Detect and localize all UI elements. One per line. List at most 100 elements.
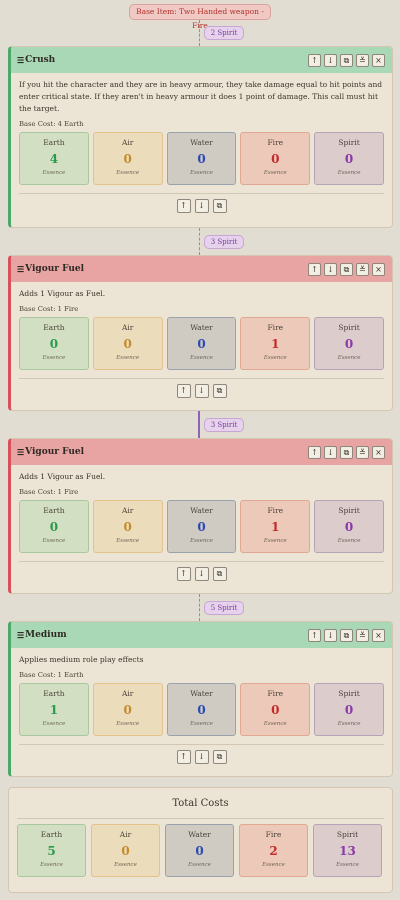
essence-row: Earth 4 Essence Air 0 Essence Water 0 Essence … [19,132,384,185]
base-item-badge: Base Item: Two Handed weapon - Fire [129,4,271,30]
move-up-button[interactable]: ↑ [176,199,191,213]
close-icon: × [375,264,382,274]
card-title: Vigour Fuel [25,264,85,274]
duplicate-button[interactable]: ⧉ [212,567,227,581]
move-up-button[interactable]: ↑ [308,445,321,459]
move-down-button[interactable]: ↓ [194,750,209,764]
card-description: Adds 1 Vigour as Fuel. [19,472,106,481]
ability-card: ☰ Vigour Fuel ↑ ↓ ⧉ ≚ × Adds 1 Vigour as … [8,438,393,594]
total-costs-title: Total Costs [17,788,384,819]
card-header: ☰ Crush ↑ ↓ ⧉ ≚ × [11,47,392,73]
copy-icon: ⧉ [343,264,350,274]
essence-air: Air 0 Essence [92,317,163,370]
duplicate-button[interactable]: ⧉ [340,445,353,459]
ability-card: ☰ Medium ↑ ↓ ⧉ ≚ × Applies medium role pl… [8,621,393,777]
move-up-button[interactable]: ↑ [308,53,321,67]
copy-icon: ⧉ [216,752,223,761]
move-down-button[interactable]: ↓ [324,262,337,276]
essence-row: Earth 1 Essence Air 0 Essence Water 0 Essence … [19,683,384,736]
essence-earth: Earth 4 Essence [19,132,89,185]
essence-air: Air 0 Essence [92,132,163,185]
move-up-button[interactable]: ↑ [176,750,191,764]
collapse-icon: ≚ [359,630,366,640]
connector-spirit-badge: 5 Spirit [204,601,244,615]
total-fire: Fire 2 Essence [239,824,308,877]
duplicate-button[interactable]: ⧉ [340,53,353,67]
collapse-icon: ≚ [359,447,366,457]
card-footer: ↑ ↓ ⧉ [19,744,384,771]
arrow-up-icon: ↑ [311,264,318,274]
arrow-down-icon: ↓ [198,201,205,210]
arrow-down-icon: ↓ [198,386,205,395]
connector-spirit-badge: 2 Spirit [204,26,244,40]
remove-button[interactable]: × [372,445,385,459]
collapse-button[interactable]: ≚ [356,445,369,459]
move-down-button[interactable]: ↓ [194,567,209,581]
essence-water: Water 0 Essence [166,500,237,553]
essence-spirit: Spirit 0 Essence [314,317,384,370]
move-down-button[interactable]: ↓ [194,384,209,398]
essence-earth: Earth 0 Essence [19,500,89,553]
collapse-button[interactable]: ≚ [356,628,369,642]
move-up-button[interactable]: ↑ [176,567,191,581]
connector-line [199,594,200,621]
base-cost: Base Cost: 1 Fire [19,488,79,496]
essence-fire: Fire 0 Essence [240,683,311,736]
arrow-up-icon: ↑ [311,630,318,640]
duplicate-button[interactable]: ⧉ [212,384,227,398]
essence-fire: Fire 1 Essence [240,500,311,553]
duplicate-button[interactable]: ⧉ [212,199,227,213]
remove-button[interactable]: × [372,262,385,276]
connector-spirit-badge: 3 Spirit [204,418,244,432]
essence-water: Water 0 Essence [166,683,237,736]
collapse-button[interactable]: ≚ [356,53,369,67]
essence-spirit: Spirit 0 Essence [314,500,384,553]
move-down-button[interactable]: ↓ [324,53,337,67]
duplicate-button[interactable]: ⧉ [340,628,353,642]
move-down-button[interactable]: ↓ [324,445,337,459]
connector-line [198,411,200,438]
copy-icon: ⧉ [216,386,223,395]
collapse-button[interactable]: ≚ [356,262,369,276]
card-title: Medium [25,630,67,640]
copy-icon: ⧉ [343,55,350,65]
card-header: ☰ Vigour Fuel ↑ ↓ ⧉ ≚ × [11,439,392,465]
remove-button[interactable]: × [372,53,385,67]
base-cost: Base Cost: 1 Fire [19,305,79,313]
drag-handle-icon[interactable]: ☰ [17,55,24,65]
essence-row: Earth 0 Essence Air 0 Essence Water 0 Essence … [19,317,384,370]
close-icon: × [375,55,382,65]
card-header: ☰ Vigour Fuel ↑ ↓ ⧉ ≚ × [11,256,392,282]
move-up-button[interactable]: ↑ [308,262,321,276]
total-water: Water 0 Essence [165,824,234,877]
essence-earth: Earth 1 Essence [19,683,89,736]
duplicate-button[interactable]: ⧉ [340,262,353,276]
card-description: If you hit the character and they are in… [19,80,383,113]
move-down-button[interactable]: ↓ [194,199,209,213]
duplicate-button[interactable]: ⧉ [212,750,227,764]
move-up-button[interactable]: ↑ [176,384,191,398]
copy-icon: ⧉ [216,201,223,210]
ability-card: ☰ Crush ↑ ↓ ⧉ ≚ × If you hit the characte… [8,46,393,228]
arrow-down-icon: ↓ [327,55,334,65]
total-spirit: Spirit 13 Essence [313,824,382,877]
card-footer: ↑ ↓ ⧉ [19,378,384,405]
essence-water: Water 0 Essence [166,317,237,370]
essence-air: Air 0 Essence [92,500,163,553]
essence-fire: Fire 1 Essence [240,317,311,370]
drag-handle-icon[interactable]: ☰ [17,630,24,640]
essence-spirit: Spirit 0 Essence [314,132,384,185]
arrow-down-icon: ↓ [198,569,205,578]
base-cost: Base Cost: 4 Earth [19,120,84,128]
move-down-button[interactable]: ↓ [324,628,337,642]
drag-handle-icon[interactable]: ☰ [17,264,24,274]
move-up-button[interactable]: ↑ [308,628,321,642]
essence-row: Earth 5 Essence Air 0 Essence Water 0 Essence … [17,824,384,877]
base-cost: Base Cost: 1 Earth [19,671,84,679]
remove-button[interactable]: × [372,628,385,642]
copy-icon: ⧉ [343,447,350,457]
card-description: Adds 1 Vigour as Fuel. [19,289,106,298]
drag-handle-icon[interactable]: ☰ [17,447,24,457]
copy-icon: ⧉ [216,569,223,578]
copy-icon: ⧉ [343,630,350,640]
